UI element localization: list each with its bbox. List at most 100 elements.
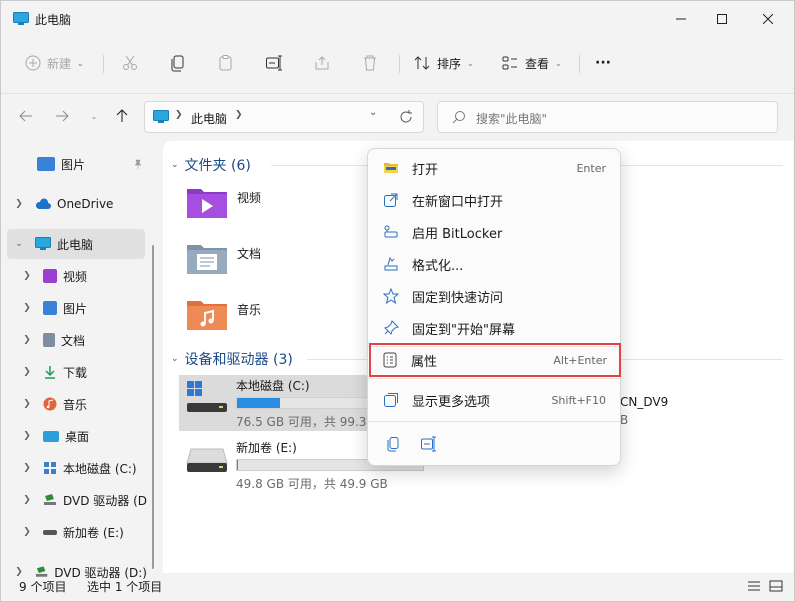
folder-item-music[interactable]: 音乐: [185, 297, 261, 333]
folder-item-documents[interactable]: 文档: [185, 241, 261, 277]
download-icon: [45, 366, 55, 379]
picture-icon: [37, 157, 55, 171]
sidebar-item-downloads[interactable]: ❯ 下载: [1, 357, 147, 387]
forward-button[interactable]: [51, 104, 73, 128]
menu-item-shortcut: Enter: [576, 161, 606, 175]
details-view-icon[interactable]: [747, 579, 761, 593]
navigation-pane: 图片 ❯ OneDrive ⌄ 此电脑 ❯ 视频 ❯ 图片 ❯ 文档 ❯ 下载 …: [1, 141, 161, 580]
sidebar-item-label: 此电脑: [57, 237, 94, 252]
sidebar-item-videos[interactable]: ❯ 视频: [1, 261, 147, 291]
address-bar[interactable]: ❯ 此电脑 ❯ ⌄: [144, 101, 424, 133]
chevron-down-icon[interactable]: ⌄: [13, 239, 25, 249]
sidebar-item-label: OneDrive: [57, 197, 114, 211]
delete-button[interactable]: [361, 51, 379, 75]
folder-item-videos[interactable]: 视频: [185, 185, 261, 221]
dvd-drive-name-partial[interactable]: CN_DV9: [620, 395, 668, 409]
sidebar-item-label: 下载: [63, 365, 88, 380]
document-icon: [43, 333, 55, 347]
sidebar-item-label: 文档: [61, 333, 86, 348]
sidebar-item-documents[interactable]: ❯ 文档: [1, 325, 147, 355]
drive-space-text: 49.8 GB 可用，共 49.9 GB: [236, 477, 388, 491]
chevron-right-icon[interactable]: ❯: [21, 495, 33, 505]
sidebar-scrollbar[interactable]: [152, 245, 154, 569]
command-bar: 新建 ⌄ 排序 ⌄ 查看 ⌄ ···: [1, 41, 794, 85]
close-button[interactable]: [745, 1, 791, 37]
refresh-icon[interactable]: [399, 110, 413, 124]
view-button[interactable]: 查看 ⌄: [501, 51, 562, 75]
recent-locations-button[interactable]: ⌄: [83, 104, 105, 128]
menu-copy-button[interactable]: [382, 433, 404, 455]
menu-item-shortcut: Shift+F10: [551, 393, 606, 407]
sidebar-item-pictures-pinned[interactable]: 图片: [1, 149, 147, 179]
sidebar-item-pictures[interactable]: ❯ 图片: [1, 293, 147, 323]
chevron-right-icon[interactable]: ❯: [21, 367, 33, 377]
pin-icon: [382, 319, 400, 337]
search-icon: [452, 111, 465, 124]
sidebar-item-desktop[interactable]: ❯ 桌面: [1, 421, 147, 451]
back-button[interactable]: [15, 104, 37, 128]
menu-item-pin-start[interactable]: 固定到"开始"屏幕: [372, 313, 618, 343]
chevron-right-icon[interactable]: ❯: [21, 271, 33, 281]
maximize-button[interactable]: [699, 1, 745, 37]
breadcrumb-this-pc[interactable]: 此电脑: [191, 110, 227, 127]
sidebar-item-label: 图片: [63, 301, 88, 316]
folder-label: 文档: [237, 246, 262, 261]
chevron-down-icon: ⌄: [171, 354, 179, 364]
sidebar-item-this-pc[interactable]: ⌄ 此电脑: [7, 229, 145, 259]
sidebar-item-local-disk-c[interactable]: ❯ 本地磁盘 (C:): [1, 453, 147, 483]
status-bar: 9 个项目 选中 1 个项目: [1, 573, 794, 601]
chevron-right-icon[interactable]: ❯: [21, 463, 33, 473]
desktop-icon: [43, 430, 59, 442]
chevron-right-icon[interactable]: ❯: [21, 399, 33, 409]
computer-icon: [35, 237, 51, 250]
drives-group-label: 设备和驱动器 (3): [184, 352, 293, 368]
copy-button[interactable]: [169, 51, 187, 75]
chevron-right-icon[interactable]: ❯: [21, 431, 33, 441]
chevron-right-icon[interactable]: ❯: [21, 303, 33, 313]
sidebar-item-new-volume-e[interactable]: ❯ 新加卷 (E:): [1, 517, 147, 547]
view-label: 查看: [525, 56, 550, 71]
chevron-right-icon[interactable]: ❯: [21, 335, 33, 345]
menu-item-label: 固定到快速访问: [412, 290, 504, 306]
document-folder-icon: [187, 245, 227, 274]
menu-item-format[interactable]: 格式化...: [372, 249, 618, 279]
toolbar-divider: [399, 55, 400, 73]
trash-icon: [364, 55, 376, 71]
arrow-right-icon: [56, 110, 69, 122]
menu-rename-button[interactable]: [418, 433, 440, 455]
address-history-chevron-icon[interactable]: ⌄: [369, 107, 377, 118]
chevron-right-icon[interactable]: ❯: [13, 199, 25, 209]
menu-item-open[interactable]: 打开 Enter: [372, 153, 618, 183]
search-box[interactable]: 搜索"此电脑": [437, 101, 778, 133]
arrow-left-icon: [19, 110, 32, 122]
rename-button[interactable]: [265, 51, 283, 75]
minimize-button[interactable]: [658, 1, 704, 37]
chevron-down-icon: ⌄: [555, 58, 562, 68]
video-icon: [43, 269, 57, 283]
menu-item-shortcut: Alt+Enter: [553, 353, 607, 367]
menu-item-show-more-options[interactable]: 显示更多选项 Shift+F10: [372, 385, 618, 415]
sidebar-item-onedrive[interactable]: ❯ OneDrive: [1, 189, 147, 219]
paste-button[interactable]: [217, 51, 235, 75]
share-button[interactable]: [313, 51, 331, 75]
menu-item-properties[interactable]: 属性 Alt+Enter: [369, 343, 621, 377]
menu-item-bitlocker[interactable]: 启用 BitLocker: [372, 217, 618, 247]
new-button[interactable]: 新建 ⌄: [25, 51, 84, 75]
tiles-view-icon[interactable]: [769, 579, 783, 593]
up-button[interactable]: [111, 104, 133, 128]
rename-icon: [421, 436, 436, 452]
scissors-icon: [123, 55, 137, 70]
drives-group-header[interactable]: ⌄ 设备和驱动器 (3): [171, 349, 293, 369]
menu-item-open-new-window[interactable]: 在新窗口中打开: [372, 185, 618, 215]
sidebar-item-label: 新加卷 (E:): [63, 525, 124, 540]
cut-button[interactable]: [121, 51, 139, 75]
minimize-icon: [676, 18, 686, 20]
sort-button[interactable]: 排序 ⌄: [413, 51, 474, 75]
menu-divider: [368, 421, 620, 422]
folders-group-header[interactable]: ⌄ 文件夹 (6): [171, 155, 251, 175]
more-options-button[interactable]: ···: [595, 51, 611, 75]
chevron-right-icon[interactable]: ❯: [21, 527, 33, 537]
sidebar-item-music[interactable]: ❯ 音乐: [1, 389, 147, 419]
sidebar-item-dvd-drive[interactable]: ❯ DVD 驱动器 (D: [1, 485, 147, 515]
menu-item-pin-quick-access[interactable]: 固定到快速访问: [372, 281, 618, 311]
